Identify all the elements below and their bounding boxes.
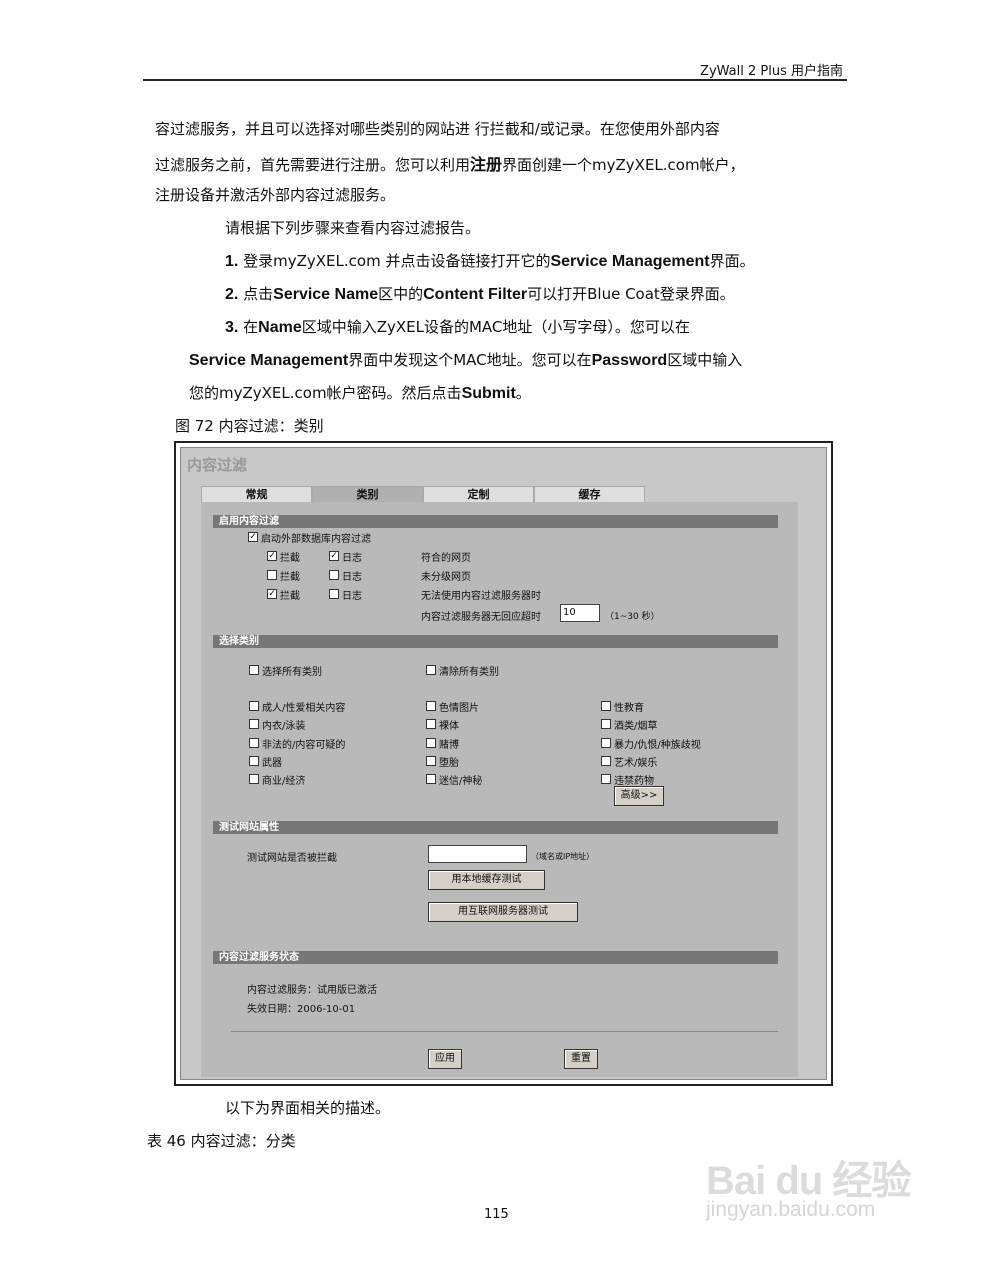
step-1: 1. 登录myZyXEL.com 并点击设备链接打开它的Service Mana…	[225, 252, 755, 270]
category-label: 艺术/娱乐	[614, 758, 658, 769]
category-checkbox[interactable]	[249, 701, 259, 711]
page-number: 115	[484, 1207, 509, 1222]
category-label: 色情图片	[439, 703, 479, 714]
category-label: 迷信/神秘	[439, 776, 483, 787]
category-label: 非法的/内容可疑的	[262, 740, 346, 751]
advanced-button[interactable]: 高级>>	[614, 786, 664, 806]
table-caption: 表 46 内容过滤：分类	[147, 1132, 296, 1150]
category-label: 成人/性爱相关内容	[262, 703, 346, 714]
watermark-url: jingyan.baidu.com	[706, 1198, 876, 1221]
footer-divider	[231, 1031, 778, 1032]
category-checkbox[interactable]	[601, 738, 611, 748]
category-checkbox[interactable]	[249, 719, 259, 729]
figure-caption: 图 72 内容过滤：类别	[175, 417, 324, 435]
log-unavailable-checkbox[interactable]	[329, 589, 339, 599]
category-label: 暴力/仇恨/种族歧视	[614, 740, 701, 751]
clear-all-label: 清除所有类别	[439, 667, 499, 678]
block-label: 拦截	[280, 553, 300, 564]
category-label: 赌博	[439, 740, 459, 751]
screenshot-frame: 内容过滤 常规 类别 定制 缓存 启用内容过滤 ✓ 启动外部数据库内容过滤 ✓ …	[174, 441, 833, 1086]
unrated-pages-label: 未分级网页	[421, 572, 471, 583]
block-label: 拦截	[280, 572, 300, 583]
test-site-input[interactable]	[428, 845, 527, 863]
intro-line-2: 过滤服务之前，首先需要进行注册。您可以利用注册界面创建一个myZyXEL.com…	[155, 156, 745, 174]
clear-all-checkbox[interactable]	[426, 665, 436, 675]
matched-pages-label: 符合的网页	[421, 553, 471, 564]
intro-line-3: 注册设备并激活外部内容过滤服务。	[155, 186, 396, 204]
intro-line-1: 容过滤服务，并且可以选择对哪些类别的网站进 行拦截和/或记录。在您使用外部内容	[155, 120, 720, 138]
timeout-label: 内容过滤服务器无回应超时	[421, 612, 541, 623]
category-checkbox[interactable]	[249, 774, 259, 784]
log-label: 日志	[342, 572, 362, 583]
category-checkbox[interactable]	[601, 719, 611, 729]
category-label: 违禁药物	[614, 776, 654, 787]
section-service-status: 内容过滤服务状态	[213, 951, 778, 964]
log-matched-checkbox[interactable]: ✓	[329, 551, 339, 561]
timeout-input[interactable]: 10	[560, 604, 600, 622]
block-label: 拦截	[280, 591, 300, 602]
step-3-line-3: 您的myZyXEL.com帐户密码。然后点击Submit。	[189, 384, 531, 402]
block-matched-checkbox[interactable]: ✓	[267, 551, 277, 561]
category-checkbox[interactable]	[426, 701, 436, 711]
test-internet-server-button[interactable]: 用互联网服务器测试	[428, 902, 578, 922]
category-label: 酒类/烟草	[614, 721, 658, 732]
expiry-row: 失效日期：2006-10-01	[247, 1004, 356, 1015]
log-unrated-checkbox[interactable]	[329, 570, 339, 580]
step-3-line-1: 3. 在Name区域中输入ZyXEL设备的MAC地址（小写字母）。您可以在	[225, 318, 690, 336]
log-label: 日志	[342, 553, 362, 564]
category-checkbox[interactable]	[249, 756, 259, 766]
section-enable-filter: 启用内容过滤	[213, 515, 778, 528]
service-status-text: 内容过滤服务：试用版已激活	[247, 985, 377, 996]
section-select-categories: 选择类别	[213, 635, 778, 648]
log-label: 日志	[342, 591, 362, 602]
test-site-hint: （域名或IP地址）	[531, 852, 595, 861]
tab-bar: 常规 类别 定制 缓存	[201, 486, 645, 502]
category-checkbox[interactable]	[426, 719, 436, 729]
select-all-checkbox[interactable]	[249, 665, 259, 675]
category-label: 裸体	[439, 721, 459, 732]
category-checkbox[interactable]	[249, 738, 259, 748]
timeout-range: （1~30 秒）	[605, 612, 660, 622]
lead-text: 请根据下列步骤来查看内容过滤报告。	[225, 219, 481, 237]
step-3-line-2: Service Management界面中发现这个MAC地址。您可以在Passw…	[189, 351, 743, 369]
step-2: 2. 点击Service Name区中的Content Filter可以打开Bl…	[225, 285, 735, 303]
content-filter-panel: 内容过滤 常规 类别 定制 缓存 启用内容过滤 ✓ 启动外部数据库内容过滤 ✓ …	[180, 447, 827, 1080]
server-unavailable-label: 无法使用内容过滤服务器时	[421, 591, 541, 602]
block-unrated-checkbox[interactable]	[267, 570, 277, 580]
test-site-label: 测试网站是否被拦截	[247, 853, 337, 864]
category-label: 堕胎	[439, 758, 459, 769]
category-checkbox[interactable]	[601, 701, 611, 711]
apply-button[interactable]: 应用	[428, 1049, 462, 1069]
category-checkbox[interactable]	[426, 774, 436, 784]
tab-customize[interactable]: 定制	[423, 486, 534, 502]
category-label: 武器	[262, 758, 282, 769]
panel-title: 内容过滤	[187, 456, 248, 474]
category-checkbox[interactable]	[426, 738, 436, 748]
enable-external-checkbox[interactable]: ✓	[248, 532, 258, 542]
tab-categories[interactable]: 类别	[312, 486, 423, 502]
enable-external-label: 启动外部数据库内容过滤	[261, 534, 371, 545]
category-label: 商业/经济	[262, 776, 306, 787]
tab-general[interactable]: 常规	[201, 486, 312, 502]
category-label: 内衣/泳装	[262, 721, 306, 732]
running-header: ZyWall 2 Plus 用户指南	[700, 64, 843, 79]
section-test-site: 测试网站属性	[213, 821, 778, 834]
category-checkbox[interactable]	[601, 774, 611, 784]
tab-cache[interactable]: 缓存	[534, 486, 645, 502]
block-unavailable-checkbox[interactable]: ✓	[267, 589, 277, 599]
after-figure-text: 以下为界面相关的描述。	[225, 1099, 391, 1117]
category-checkbox[interactable]	[601, 756, 611, 766]
header-rule	[143, 79, 847, 81]
select-all-label: 选择所有类别	[262, 667, 322, 678]
test-local-cache-button[interactable]: 用本地缓存测试	[428, 870, 545, 890]
category-label: 性教育	[614, 703, 644, 714]
category-checkbox[interactable]	[426, 756, 436, 766]
reset-button[interactable]: 重置	[564, 1049, 598, 1069]
